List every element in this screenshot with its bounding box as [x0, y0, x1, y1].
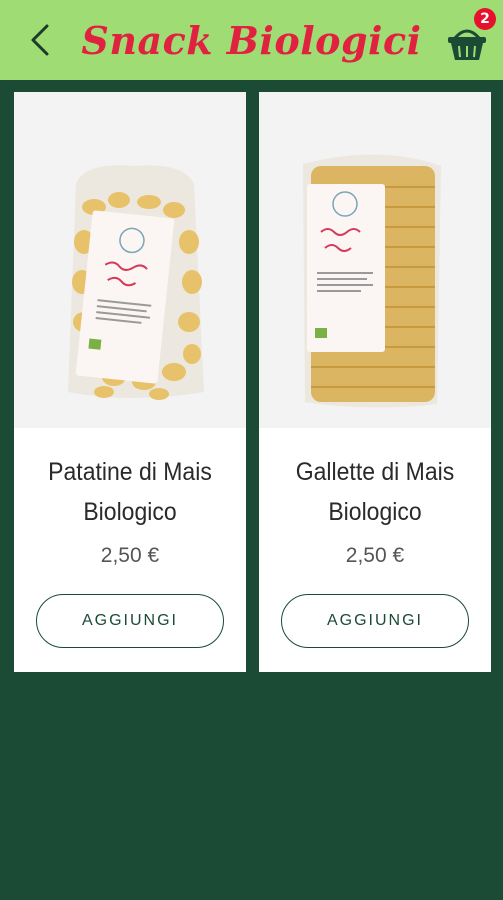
- cart-count-badge: 2: [474, 8, 496, 30]
- product-card[interactable]: Gallette di Mais Biologico 2,50 € AGGIUN…: [259, 92, 491, 672]
- page-title: Snack Biologici: [81, 17, 422, 63]
- product-name-line1: Patatine di Mais: [48, 458, 212, 486]
- product-image: [259, 92, 491, 428]
- add-to-cart-button[interactable]: AGGIUNGI: [36, 594, 224, 648]
- product-name-line2: Biologico: [328, 498, 422, 526]
- chevron-left-icon: [31, 24, 49, 56]
- add-to-cart-button[interactable]: AGGIUNGI: [281, 594, 469, 648]
- product-price: 2,50 €: [345, 544, 405, 567]
- back-button[interactable]: [22, 22, 58, 58]
- product-name: Gallette di Mais Biologico: [277, 452, 472, 532]
- product-name: Patatine di Mais Biologico: [32, 452, 227, 532]
- product-image: [14, 92, 246, 428]
- product-name-line2: Biologico: [83, 498, 177, 526]
- product-price: 2,50 €: [100, 544, 160, 567]
- product-card[interactable]: Patatine di Mais Biologico 2,50 € AGGIUN…: [14, 92, 246, 672]
- app-header: Snack Biologici 2: [0, 0, 503, 80]
- product-name-line1: Gallette di Mais: [295, 458, 455, 486]
